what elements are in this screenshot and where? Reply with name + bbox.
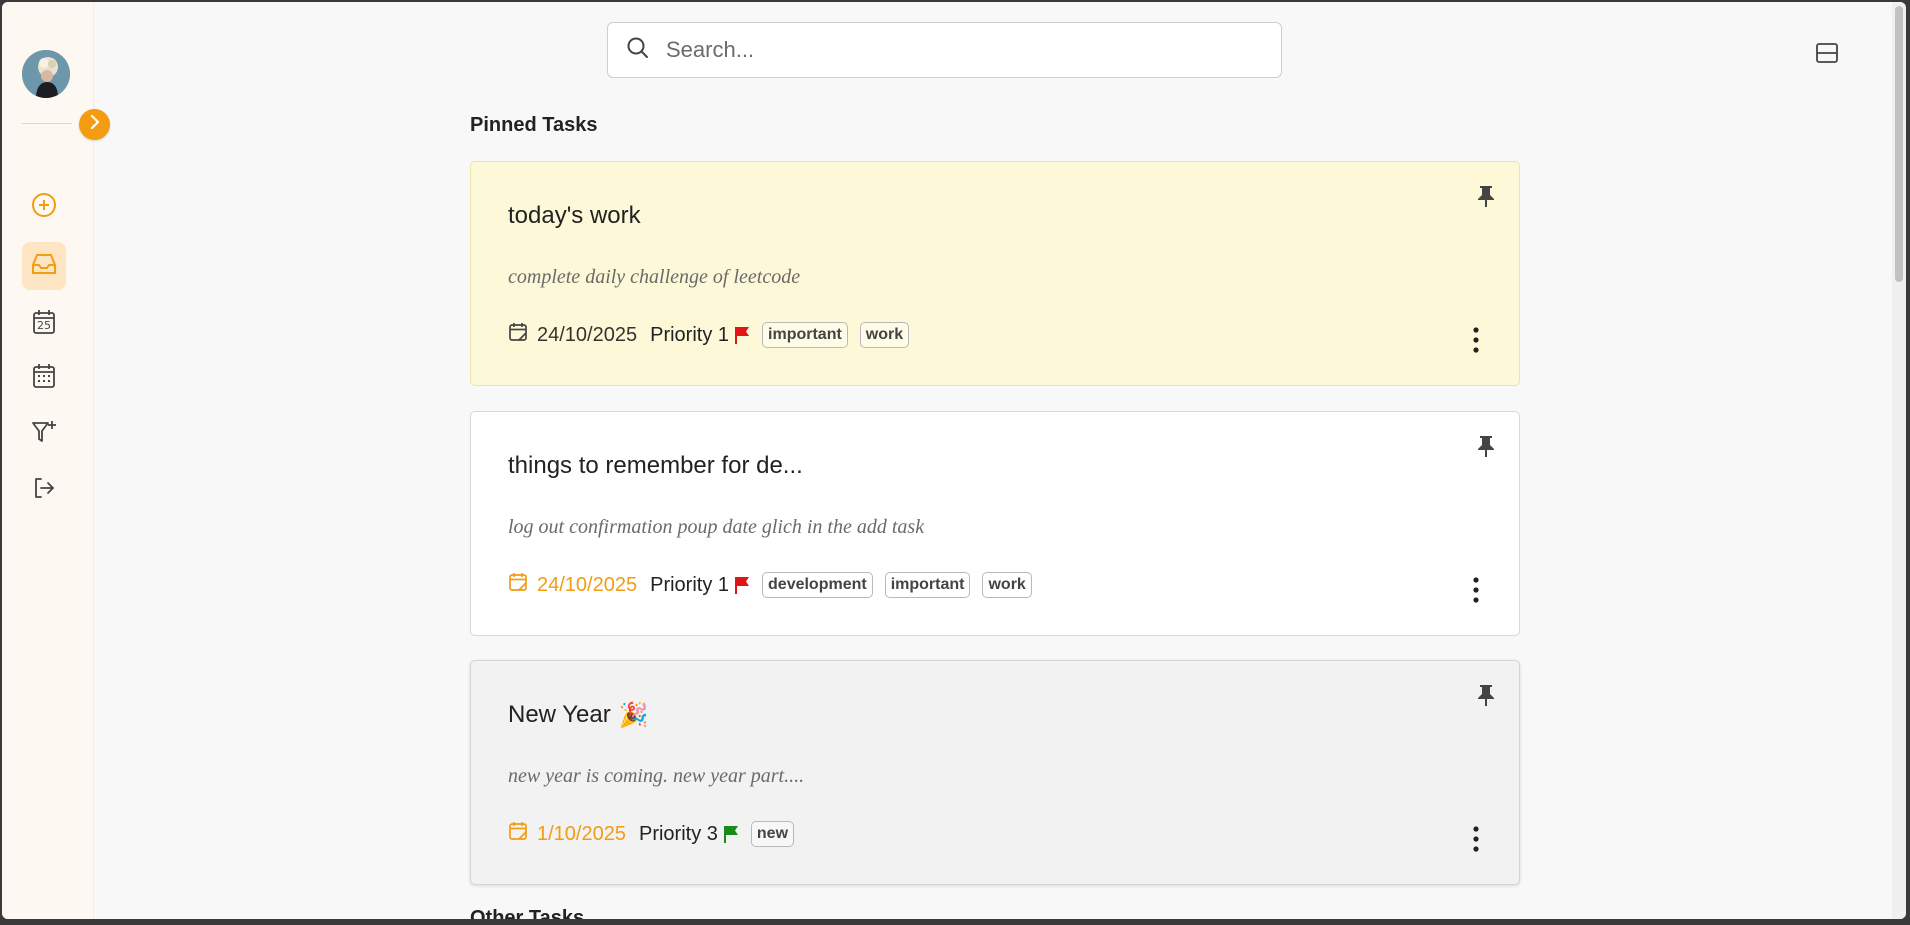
layout-toggle-button[interactable] [1812,40,1842,70]
task-description: complete daily challenge of leetcode [508,266,801,288]
task-card[interactable]: things to remember for de... log out con… [470,411,1520,636]
more-options-icon[interactable] [1471,825,1481,853]
task-description: new year is coming. new year part.... [508,765,805,787]
task-meta: 24/10/2025 Priority 1 important work [508,320,910,350]
pin-icon[interactable] [1475,683,1497,707]
search-input[interactable] [666,37,1226,63]
pin-icon[interactable] [1475,434,1497,458]
scrollbar-thumb[interactable] [1895,6,1903,282]
today-day-number: 25 [37,319,51,332]
more-options-icon[interactable] [1471,576,1481,604]
task-tag[interactable]: development [762,572,873,598]
task-meta: 1/10/2025 Priority 3 new [508,819,795,849]
task-priority: Priority 3 [639,823,739,846]
red-flag-icon [734,325,750,345]
task-priority: Priority 1 [650,574,750,597]
task-tag[interactable]: work [982,572,1032,598]
calendar-icon [508,572,528,598]
logout-icon [32,476,56,505]
calendar-icon [508,821,528,847]
task-card[interactable]: today's work complete daily challenge of… [470,161,1520,386]
pin-icon[interactable] [1475,184,1497,208]
task-card[interactable]: New Year 🎉 new year is coming. new year … [470,660,1520,885]
task-meta: 24/10/2025 Priority 1 development import… [508,570,1032,600]
sidebar-item-inbox[interactable] [22,242,66,290]
sidebar: 25 [2,2,94,919]
layout-rows-icon [1815,42,1839,69]
task-due-date: 24/10/2025 [508,572,637,598]
more-options-icon[interactable] [1471,326,1481,354]
red-flag-icon [734,575,750,595]
calendar-icon [508,322,528,348]
search-bar [607,22,1282,78]
vertical-scrollbar[interactable] [1892,2,1906,919]
main-content: Pinned Tasks today's work complete daily… [94,2,1906,919]
chevron-right-icon [88,114,102,135]
sidebar-item-add-task[interactable] [22,183,66,231]
party-popper-emoji: 🎉 [618,701,649,729]
task-due-date: 24/10/2025 [508,322,637,348]
sidebar-toggle-button[interactable] [79,109,110,140]
sidebar-item-filters[interactable] [22,410,66,458]
sidebar-divider [22,123,72,124]
calendar-grid-icon [32,363,56,394]
app-window: 25 Search... Pinned Tasks today's work c… [2,2,1906,919]
avatar[interactable] [22,50,70,98]
task-tag[interactable]: work [859,322,910,348]
sidebar-item-logout[interactable] [22,466,66,514]
task-title: today's work [508,202,641,229]
search-icon [626,36,650,65]
sidebar-item-upcoming[interactable] [22,354,66,402]
filter-plus-icon [31,419,57,450]
task-tag[interactable]: important [884,572,971,598]
plus-circle-icon [31,192,57,223]
sidebar-item-today[interactable]: 25 [22,298,66,346]
task-due-date: 1/10/2025 [508,821,626,847]
task-title: things to remember for de... [508,452,803,479]
task-description: log out confirmation poup date glich in … [508,516,925,538]
task-priority: Priority 1 [650,324,750,347]
task-tag[interactable]: new [750,821,795,847]
pinned-tasks-heading: Pinned Tasks [470,114,598,136]
calendar-day-icon: 25 [32,309,56,335]
task-title: New Year 🎉 [508,701,649,729]
other-tasks-heading: Other Tasks [470,907,585,919]
inbox-icon [31,252,57,281]
green-flag-icon [723,824,739,844]
task-tag[interactable]: important [762,322,848,348]
